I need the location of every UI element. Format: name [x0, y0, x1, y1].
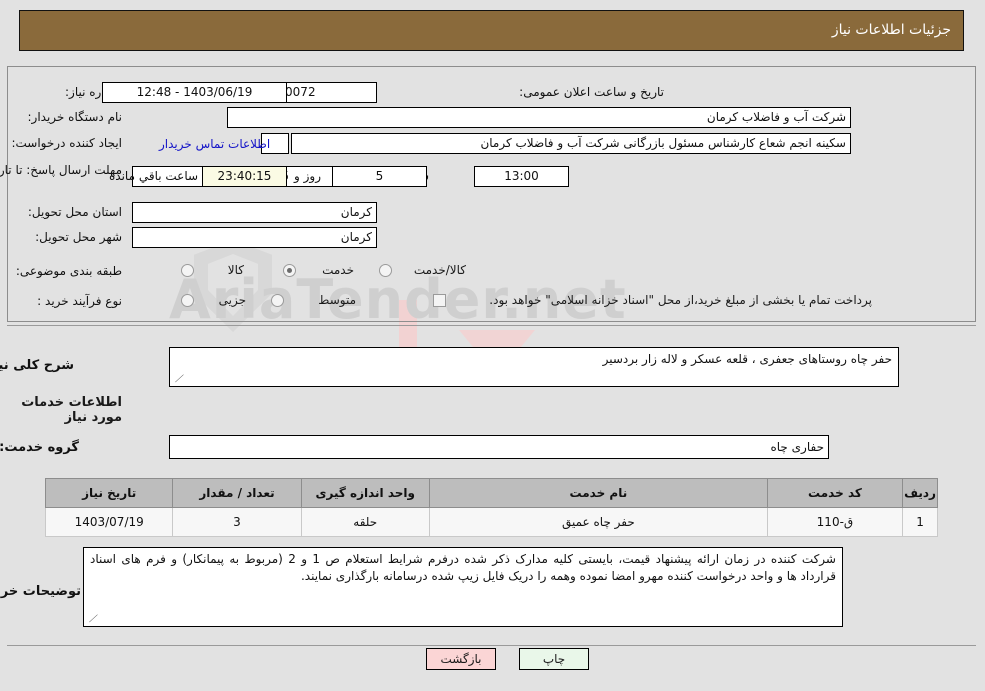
td-qty: 3 — [173, 507, 303, 537]
public-announce-label: تاریخ و ساعت اعلان عمومی: — [520, 85, 665, 99]
th-row: ردیف — [903, 478, 939, 508]
td-code: ق-110 — [767, 507, 905, 537]
page-header-bar: جزئیات اطلاعات نیاز — [20, 10, 965, 51]
resize-grip-icon-2[interactable]: ⟍ — [87, 615, 97, 625]
classification-radio-2[interactable] — [380, 264, 393, 277]
back-button[interactable]: بازگشت — [427, 648, 497, 670]
treasury-bonds-checkbox-label: پرداخت تمام یا بخشی از مبلغ خرید،از محل … — [490, 293, 873, 307]
classification-radio-2-label: کالا/خدمت — [414, 263, 467, 277]
deadline-label: مهلت ارسال پاسخ: تا تاریخ: — [0, 163, 123, 177]
general-description-textarea[interactable]: حفر چاه روستاهای جعفری ، قلعه عسکر و لال… — [170, 347, 900, 387]
purchase-process-radio-0[interactable] — [182, 294, 195, 307]
td-row: 1 — [903, 507, 939, 537]
services-table: ردیف کد خدمت نام خدمت واحد اندازه گیری ت… — [45, 478, 939, 537]
city-field: کرمان — [133, 227, 378, 248]
print-button[interactable]: چاپ — [520, 648, 590, 670]
days-left-field: 5 — [333, 166, 428, 187]
requester-field: سکینه انجم شعاع کارشناس مسئول بازرگانی ش… — [292, 133, 852, 154]
buyer-notes-label: توضیحات خریدار: — [0, 584, 82, 599]
page-title: جزئیات اطلاعات نیاز — [832, 22, 952, 38]
province-field: کرمان — [133, 202, 378, 223]
buyer-notes-textarea[interactable]: شرکت کننده در زمان ارائه پیشنهاد قیمت، ب… — [84, 547, 844, 627]
classification-radio-0[interactable] — [182, 264, 195, 277]
th-name: نام خدمت — [429, 478, 769, 508]
requester-label: ایجاد کننده درخواست: — [12, 136, 123, 150]
th-date: تاریخ نیاز — [45, 478, 175, 508]
classification-label: طبقه بندی موضوعی: — [16, 264, 123, 278]
td-date: 1403/07/19 — [45, 507, 175, 537]
treasury-bonds-checkbox[interactable] — [434, 294, 447, 307]
general-description-value: حفر چاه روستاهای جعفری ، قلعه عسکر و لال… — [603, 352, 893, 366]
th-code: کد خدمت — [767, 478, 905, 508]
public-announce-field: 1403/06/19 - 12:48 — [103, 82, 288, 103]
footer-divider — [8, 645, 977, 646]
services-section-title: اطلاعات خدمات مورد نیاز — [22, 395, 123, 425]
th-unit: واحد اندازه گیری — [301, 478, 431, 508]
resize-grip-icon[interactable]: ⟍ — [173, 375, 183, 385]
purchase-process-label: نوع فرآیند خرید : — [38, 294, 123, 308]
general-description-label: شرح کلی نیاز: — [0, 358, 75, 373]
purchase-process-radio-0-label: جزیی — [219, 293, 247, 307]
buyer-contact-link[interactable]: اطلاعات تماس خریدار — [160, 137, 271, 151]
td-name: حفر چاه عمیق — [429, 507, 769, 537]
need-info-panel — [8, 66, 977, 322]
purchase-process-radio-1[interactable] — [272, 294, 285, 307]
deadline-time-field: 13:00 — [475, 166, 570, 187]
time-left-field: 23:40:15 — [203, 166, 288, 187]
province-label: استان محل تحویل: — [28, 205, 123, 219]
table-header-row: ردیف کد خدمت نام خدمت واحد اندازه گیری ت… — [45, 478, 939, 508]
purchase-process-radio-1-label: متوسط — [319, 293, 357, 307]
table-row[interactable]: 1 ق-110 حفر چاه عمیق حلقه 3 1403/07/19 — [45, 507, 939, 537]
buyer-org-field: شرکت آب و فاضلاب کرمان — [228, 107, 852, 128]
buyer-org-label: نام دستگاه خریدار: — [28, 110, 124, 124]
td-unit: حلقه — [301, 507, 431, 537]
classification-radio-1-label: خدمت — [323, 263, 355, 277]
classification-radio-0-label: کالا — [228, 263, 245, 277]
days-word-label: روز و — [295, 169, 322, 183]
buyer-notes-value: شرکت کننده در زمان ارائه پیشنهاد قیمت، ب… — [91, 552, 837, 584]
classification-radio-1[interactable] — [284, 264, 297, 277]
city-label: شهر محل تحویل: — [36, 230, 123, 244]
th-qty: تعداد / مقدار — [173, 478, 303, 508]
service-group-field: حفاری چاه — [170, 435, 830, 459]
service-group-label: گروه خدمت: — [0, 440, 80, 455]
panel-divider — [8, 325, 977, 326]
time-left-label: ساعت باقي مانده — [110, 169, 200, 183]
